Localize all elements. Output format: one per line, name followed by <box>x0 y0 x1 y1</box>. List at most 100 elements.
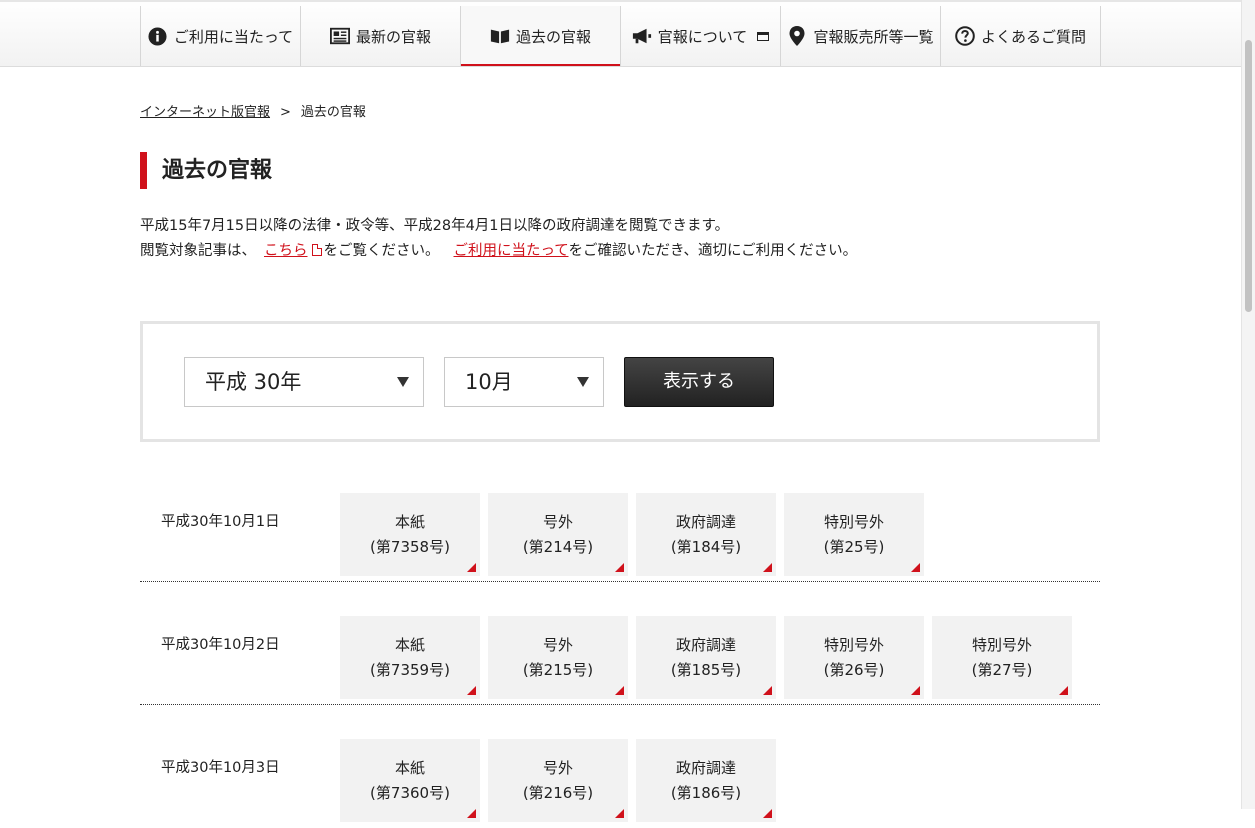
nav-item-faq[interactable]: よくあるご質問 <box>941 6 1101 66</box>
usage-terms-link[interactable]: ご利用に当たって <box>454 243 569 259</box>
nav-item-past[interactable]: 過去の官報 <box>461 6 621 66</box>
nav-item-label: 最新の官報 <box>355 27 431 46</box>
issue-tile[interactable]: 政府調達 (第186号) <box>636 739 776 822</box>
intro-line-2-prefix: 閲覧対象記事は、 <box>140 243 256 259</box>
issue-type: 特別号外 <box>823 635 884 654</box>
year-select[interactable]: 平成 30年 <box>184 357 424 407</box>
nav-item-label: ご利用に当たって <box>173 27 294 46</box>
issue-tile[interactable]: 本紙 (第7358号) <box>340 493 480 576</box>
corner-marker-icon <box>1059 686 1068 695</box>
issue-tile[interactable]: 本紙 (第7360号) <box>340 739 480 822</box>
corner-marker-icon <box>467 809 476 818</box>
issue-date: 平成30年10月2日 <box>161 636 280 653</box>
nav-item-label: よくあるご質問 <box>980 27 1086 46</box>
issue-number: (第7358号) <box>370 537 450 556</box>
show-button[interactable]: 表示する <box>624 357 774 407</box>
top-navigation-bar: ご利用に当たって 最新の官報 過去の官報 官報について 官報販売所等一覧 よくあ… <box>0 0 1242 67</box>
date-row: 平成30年10月3日 本紙 (第7360号) 号外 (第216号) 政府調達 (第186号) <box>140 704 1100 828</box>
date-row: 平成30年10月2日 本紙 (第7359号) 号外 (第215号) 政府調達 (第185号)… <box>140 581 1100 705</box>
intro-text: 平成15年7月15日以降の法律・政令等、平成28年4月1日以降の政府調達を閲覧で… <box>140 214 857 264</box>
corner-marker-icon <box>615 809 624 818</box>
issue-type: 本紙 <box>394 512 425 531</box>
nav-item-label: 官報販売所等一覧 <box>813 27 934 46</box>
intro-line-2-mid: をご覧ください。 <box>323 243 440 259</box>
issue-date: 平成30年10月3日 <box>161 759 280 776</box>
issue-type: 号外 <box>542 512 573 531</box>
issue-tile[interactable]: 号外 (第215号) <box>488 616 628 699</box>
corner-marker-icon <box>615 686 624 695</box>
issue-number: (第186号) <box>670 783 742 802</box>
issue-tile[interactable]: 号外 (第216号) <box>488 739 628 822</box>
issue-tile[interactable]: 政府調達 (第184号) <box>636 493 776 576</box>
issue-date: 平成30年10月1日 <box>161 513 280 530</box>
issue-number: (第27号) <box>971 660 1033 679</box>
chevron-down-icon <box>397 377 409 387</box>
corner-marker-icon <box>911 686 920 695</box>
breadcrumb-home-link[interactable]: インターネット版官報 <box>140 105 270 120</box>
issue-number: (第215号) <box>522 660 594 679</box>
corner-marker-icon <box>763 563 772 572</box>
pdf-icon <box>311 244 322 256</box>
map-pin-icon <box>787 26 807 46</box>
issue-type: 政府調達 <box>675 635 736 654</box>
nav-item-about[interactable]: 官報について <box>621 6 781 66</box>
corner-marker-icon <box>763 686 772 695</box>
vertical-scrollbar[interactable] <box>1241 0 1255 809</box>
nav-item-usage[interactable]: ご利用に当たって <box>141 6 301 66</box>
target-articles-link[interactable]: こちら <box>264 243 308 259</box>
issue-type: 号外 <box>542 758 573 777</box>
issue-type: 本紙 <box>394 758 425 777</box>
target-articles-link-label: こちら <box>264 243 308 259</box>
intro-line-1: 平成15年7月15日以降の法律・政令等、平成28年4月1日以降の政府調達を閲覧で… <box>140 218 730 234</box>
corner-marker-icon <box>615 563 624 572</box>
main-nav: ご利用に当たって 最新の官報 過去の官報 官報について 官報販売所等一覧 よくあ… <box>140 6 1101 66</box>
issue-tile[interactable]: 本紙 (第7359号) <box>340 616 480 699</box>
chevron-down-icon <box>577 377 589 387</box>
month-select[interactable]: 10月 <box>444 357 604 407</box>
issue-number: (第216号) <box>522 783 594 802</box>
megaphone-icon <box>632 26 652 46</box>
date-row: 平成30年10月1日 本紙 (第7358号) 号外 (第214号) 政府調達 (第184号)… <box>140 458 1100 582</box>
question-icon <box>955 26 975 46</box>
issue-tile[interactable]: 特別号外 (第26号) <box>784 616 924 699</box>
scrollbar-thumb[interactable] <box>1245 40 1252 312</box>
breadcrumb-current: 過去の官報 <box>300 105 366 120</box>
issue-number: (第26号) <box>823 660 885 679</box>
nav-item-latest[interactable]: 最新の官報 <box>301 6 461 66</box>
month-select-value: 10月 <box>465 370 513 394</box>
info-icon <box>148 26 168 46</box>
issue-number: (第214号) <box>522 537 594 556</box>
issue-tile[interactable]: 号外 (第214号) <box>488 493 628 576</box>
corner-marker-icon <box>763 809 772 818</box>
date-selector-panel: 平成 30年 10月 表示する <box>140 321 1100 442</box>
newspaper-icon <box>329 26 350 46</box>
issue-number: (第7359号) <box>370 660 450 679</box>
breadcrumb: インターネット版官報 > 過去の官報 <box>140 101 366 120</box>
issue-tile[interactable]: 政府調達 (第185号) <box>636 616 776 699</box>
issue-type: 特別号外 <box>823 512 884 531</box>
issue-number: (第185号) <box>670 660 742 679</box>
corner-marker-icon <box>911 563 920 572</box>
issue-tile[interactable]: 特別号外 (第27号) <box>932 616 1072 699</box>
corner-marker-icon <box>467 686 476 695</box>
nav-item-label: 官報について <box>657 27 748 46</box>
issue-type: 本紙 <box>394 635 425 654</box>
book-icon <box>490 26 510 46</box>
issue-number: (第7360号) <box>370 783 450 802</box>
intro-line-2: 閲覧対象記事は、 こちら をご覧ください。 ご利用に当たってをご確認いただき、適切にご… <box>140 239 857 264</box>
corner-marker-icon <box>467 563 476 572</box>
page-title: 過去の官報 <box>140 152 272 189</box>
year-select-value: 平成 30年 <box>205 370 302 394</box>
breadcrumb-separator: > <box>280 105 291 120</box>
issue-type: 特別号外 <box>971 635 1032 654</box>
issue-number: (第25号) <box>823 537 885 556</box>
issue-type: 政府調達 <box>675 512 736 531</box>
issue-type: 号外 <box>542 635 573 654</box>
nav-item-label: 過去の官報 <box>515 27 591 46</box>
issue-number: (第184号) <box>670 537 742 556</box>
issue-type: 政府調達 <box>675 758 736 777</box>
external-window-icon <box>757 31 770 41</box>
nav-item-stores[interactable]: 官報販売所等一覧 <box>781 6 941 66</box>
issue-tile[interactable]: 特別号外 (第25号) <box>784 493 924 576</box>
top-border <box>0 0 1242 2</box>
